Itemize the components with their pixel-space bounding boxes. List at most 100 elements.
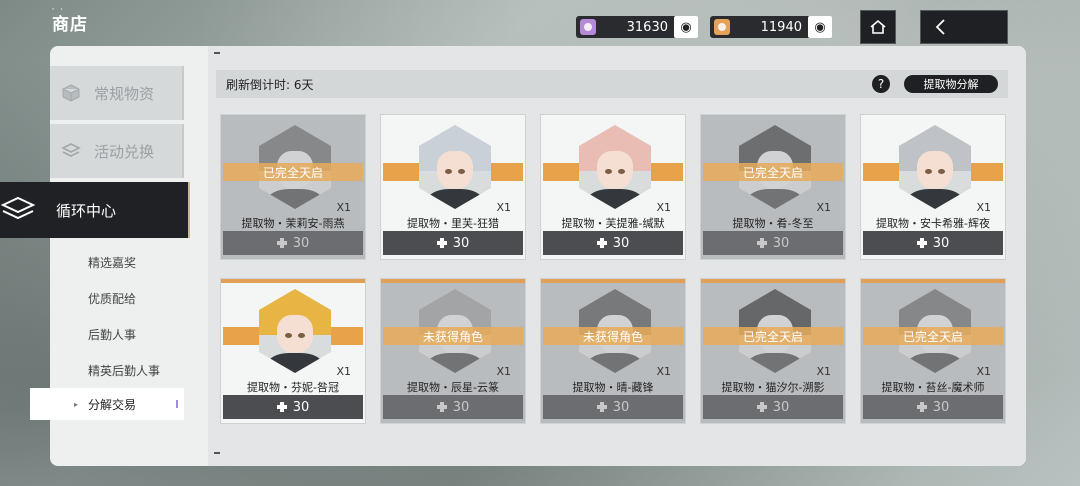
price-value: 30	[612, 399, 630, 415]
price-value: 30	[452, 235, 470, 251]
help-button[interactable]: ?	[872, 75, 890, 93]
currency-icon	[916, 238, 927, 248]
buy-price-button[interactable]: 30	[863, 395, 1003, 419]
buy-price-button[interactable]: 30	[543, 231, 683, 255]
item-name: 提取物・芙提雅-缄默	[561, 217, 665, 230]
item-name: 提取物・安卡希雅-辉夜	[876, 217, 990, 230]
shop-item-card[interactable]: 已完全天启 X1 提取物・猫汐尔-溯影 30	[700, 278, 846, 424]
price-value: 30	[772, 399, 790, 415]
status-banner: 未获得角色	[543, 327, 683, 345]
item-name: 提取物・肴-冬至	[732, 217, 814, 230]
shop-item-card[interactable]: 已完全天启 X1 提取物・肴-冬至 30	[700, 114, 846, 260]
category-regular-supplies[interactable]: 常规物资	[50, 66, 184, 120]
currency-a-counter: 31630 ◉	[576, 16, 698, 38]
price-value: 30	[292, 235, 310, 251]
category-label: 活动兑换	[94, 142, 155, 161]
shop-panel: 常规物资 活动兑换 循环中心 精选嘉奖 优质配给 后勤人事 精英后勤人事 ▸ 分…	[0, 46, 1026, 466]
currency-icon	[436, 402, 447, 412]
shop-item-card[interactable]: 未获得角色 X1 提取物・辰星-云篆 30	[380, 278, 526, 424]
item-name: 提取物・里芙-狂猎	[407, 217, 499, 230]
home-icon	[870, 19, 886, 34]
price-value: 30	[932, 235, 950, 251]
subitem-quality-rations[interactable]: 优质配给	[88, 290, 136, 307]
shop-item-card[interactable]: X1 提取物・芙提雅-缄默 30	[540, 114, 686, 260]
shop-content: 刷新倒计时: 6天 ? 提取物分解 已完全天启 X1 提取物・茉莉安-雨燕 30 X1 提…	[208, 46, 1026, 466]
buy-price-button[interactable]: 30	[223, 395, 363, 419]
shop-item-card[interactable]: 已完全天启 X1 提取物・苔丝-魔术师 30	[860, 278, 1006, 424]
subitem-decompose-trade[interactable]: ▸ 分解交易	[30, 388, 184, 420]
character-portrait	[419, 125, 491, 209]
decompose-extracts-button[interactable]: 提取物分解	[904, 75, 998, 93]
category-event-exchange[interactable]: 活动兑换	[50, 124, 184, 178]
subitem-elite-logistics-personnel[interactable]: 精英后勤人事	[88, 362, 160, 379]
item-quantity: X1	[656, 201, 671, 214]
currency-icon	[596, 402, 607, 412]
currency-icon	[756, 238, 767, 248]
shop-title: 商店	[52, 15, 88, 35]
category-label: 循环中心	[56, 201, 117, 220]
logo-decoration: · ·	[52, 6, 65, 13]
buy-price-button[interactable]: 30	[383, 395, 523, 419]
selected-indicator	[176, 400, 178, 408]
item-quantity: X1	[496, 201, 511, 214]
item-name: 提取物・茉莉安-雨燕	[241, 217, 345, 230]
currency-icon	[756, 402, 767, 412]
currency-icon	[276, 402, 287, 412]
currency-icon	[916, 402, 927, 412]
status-banner: 未获得角色	[383, 327, 523, 345]
category-label: 常规物资	[94, 84, 155, 103]
character-portrait	[579, 125, 651, 209]
shop-item-card[interactable]: X1 提取物・安卡希雅-辉夜 30	[860, 114, 1006, 260]
status-banner: 已完全天启	[863, 327, 1003, 345]
buy-price-button[interactable]: 30	[223, 231, 363, 255]
corner-decoration	[214, 52, 220, 54]
currency-icon	[596, 238, 607, 248]
card-top-accent	[221, 279, 365, 283]
subitem-logistics-personnel[interactable]: 后勤人事	[88, 326, 136, 343]
buy-price-button[interactable]: 30	[703, 231, 843, 255]
back-arrow-icon	[935, 19, 945, 35]
price-value: 30	[772, 235, 790, 251]
item-quantity: X1	[336, 365, 351, 378]
buy-price-button[interactable]: 30	[383, 231, 523, 255]
home-button[interactable]	[860, 10, 896, 44]
recycle-center-icon	[0, 195, 36, 225]
price-value: 30	[612, 235, 630, 251]
item-name: 提取物・苔丝-魔术师	[881, 381, 985, 394]
item-quantity: X1	[496, 365, 511, 378]
buy-price-button[interactable]: 30	[863, 231, 1003, 255]
price-value: 30	[292, 399, 310, 415]
buy-price-button[interactable]: 30	[703, 395, 843, 419]
purple-currency-icon	[580, 19, 596, 35]
subitem-selected-rewards[interactable]: 精选嘉奖	[88, 254, 136, 271]
card-top-accent	[541, 279, 685, 283]
item-name: 提取物・晴-藏锋	[572, 381, 654, 394]
shop-item-card[interactable]: 未获得角色 X1 提取物・晴-藏锋 30	[540, 278, 686, 424]
status-banner: 已完全天启	[223, 163, 363, 181]
category-recycle-center[interactable]: 循环中心	[0, 182, 190, 238]
status-banner: 已完全天启	[703, 163, 843, 181]
card-top-accent	[381, 279, 525, 283]
shop-item-card[interactable]: X1 提取物・里芙-狂猎 30	[380, 114, 526, 260]
back-button[interactable]	[920, 10, 1008, 44]
character-portrait	[259, 289, 331, 373]
corner-decoration	[214, 452, 220, 454]
buy-price-button[interactable]: 30	[543, 395, 683, 419]
currency-b-value: 11940	[760, 19, 802, 35]
item-quantity: X1	[976, 365, 991, 378]
subitem-label: 分解交易	[88, 397, 137, 412]
shop-item-card[interactable]: X1 提取物・芬妮-咎冠 30	[220, 278, 366, 424]
eye-icon[interactable]: ◉	[808, 16, 832, 38]
selected-arrow-icon: ▸	[74, 399, 79, 409]
price-value: 30	[932, 399, 950, 415]
sidebar: 常规物资 活动兑换 循环中心 精选嘉奖 优质配给 后勤人事 精英后勤人事 ▸ 分…	[0, 46, 200, 466]
eye-icon[interactable]: ◉	[674, 16, 698, 38]
currency-b-counter: 11940 ◉	[710, 16, 832, 38]
item-quantity: X1	[816, 365, 831, 378]
item-name: 提取物・猫汐尔-溯影	[721, 381, 825, 394]
shop-item-card[interactable]: 已完全天启 X1 提取物・茉莉安-雨燕 30	[220, 114, 366, 260]
item-name: 提取物・芬妮-咎冠	[247, 381, 339, 394]
refresh-countdown-text: 刷新倒计时: 6天	[226, 77, 314, 92]
status-banner: 已完全天启	[703, 327, 843, 345]
orange-currency-icon	[714, 19, 730, 35]
